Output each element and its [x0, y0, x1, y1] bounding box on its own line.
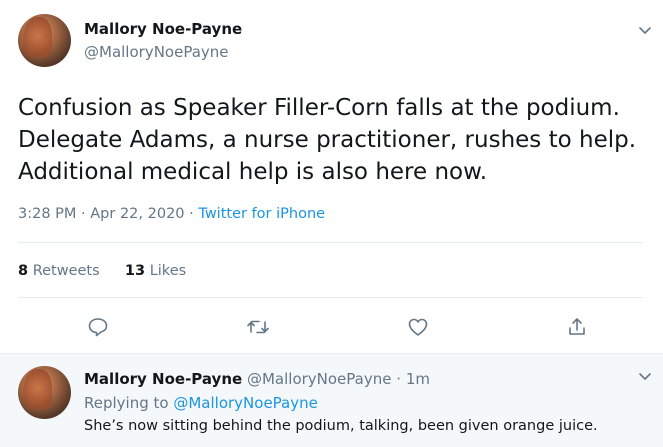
- author-handle[interactable]: @MalloryNoePayne: [84, 43, 229, 61]
- tweet-time[interactable]: 3:28 PM: [18, 206, 76, 222]
- tweet-text-line: Additional medical help is also here now…: [18, 159, 488, 185]
- reply-age[interactable]: 1m: [406, 370, 430, 388]
- reply-author-avatar[interactable]: [18, 366, 71, 419]
- tweet-meta: 3:28 PM · Apr 22, 2020 · Twitter for iPh…: [18, 206, 325, 222]
- reply-separator: ·: [396, 370, 402, 388]
- replying-to-handle[interactable]: @MalloryNoePayne: [173, 394, 318, 412]
- reply-author-name[interactable]: Mallory Noe-Payne: [84, 370, 242, 388]
- share-icon[interactable]: [565, 315, 589, 339]
- reply-author-handle[interactable]: @MalloryNoePayne: [247, 370, 392, 388]
- author-avatar[interactable]: [18, 14, 71, 67]
- author-name[interactable]: Mallory Noe-Payne: [84, 20, 242, 38]
- reply-text: She’s now sitting behind the podium, tal…: [84, 418, 598, 434]
- retweet-icon[interactable]: [246, 315, 270, 339]
- tweet-source-link[interactable]: Twitter for iPhone: [198, 206, 325, 222]
- retweets-label: Retweets: [32, 263, 100, 279]
- tweet-stats: 8 Retweets 13 Likes: [18, 263, 186, 279]
- reply-tweet[interactable]: Mallory Noe-Payne @MalloryNoePayne · 1m …: [0, 353, 663, 447]
- tweet-date[interactable]: Apr 22, 2020: [90, 206, 184, 222]
- replying-to: Replying to @MalloryNoePayne: [84, 394, 318, 412]
- meta-separator: ·: [81, 206, 86, 222]
- tweet-text-line: Confusion as Speaker Filler-Corn falls a…: [18, 95, 620, 121]
- chevron-down-icon[interactable]: [637, 22, 653, 38]
- retweets-count: 8: [18, 263, 29, 279]
- meta-separator: ·: [189, 206, 194, 222]
- reply-icon[interactable]: [86, 315, 110, 339]
- replying-to-label: Replying to: [84, 394, 169, 412]
- chevron-down-icon[interactable]: [637, 368, 653, 384]
- retweets-stat[interactable]: 8 Retweets: [18, 263, 100, 279]
- likes-label: Likes: [149, 263, 187, 279]
- like-icon[interactable]: [406, 315, 430, 339]
- tweet-text-line: Delegate Adams, a nurse practitioner, ru…: [18, 127, 637, 153]
- reply-header: Mallory Noe-Payne @MalloryNoePayne · 1m: [84, 370, 430, 388]
- likes-stat[interactable]: 13 Likes: [125, 263, 186, 279]
- tweet-text: Confusion as Speaker Filler-Corn falls a…: [18, 92, 648, 188]
- divider: [18, 297, 643, 298]
- divider: [18, 242, 643, 243]
- likes-count: 13: [124, 263, 146, 279]
